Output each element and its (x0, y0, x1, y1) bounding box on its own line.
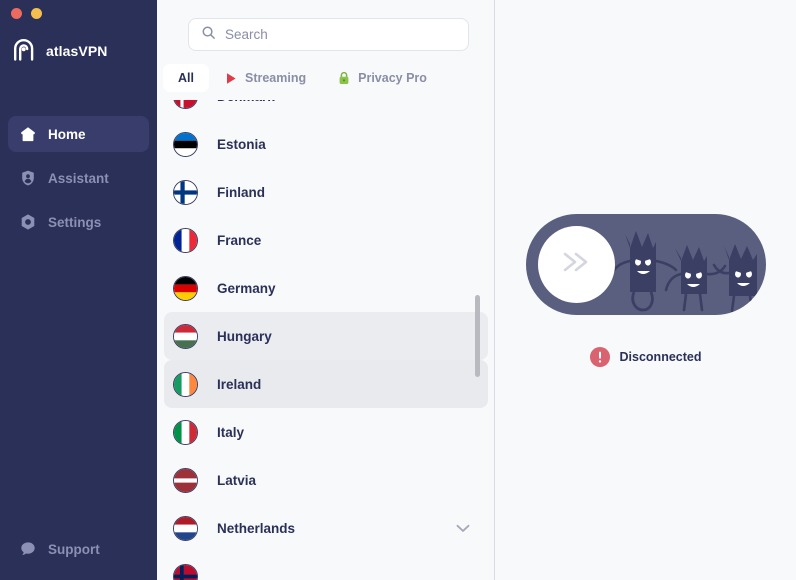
connection-panel: Disconnected (495, 0, 796, 580)
tab-privacy-pro[interactable]: Privacy Pro (323, 64, 442, 92)
flag-icon-fi (173, 179, 198, 205)
flag-icon-next (173, 563, 198, 580)
country-list-panel: All Streaming Privacy Pro (157, 0, 495, 580)
list-item[interactable]: Germany (164, 264, 488, 312)
sidebar: atlasVPN Home Assistant Settings Support (0, 0, 157, 580)
list-item[interactable]: Denmark (164, 100, 488, 120)
list-item[interactable]: Latvia (164, 456, 488, 504)
assistant-shield-icon (19, 169, 37, 187)
tab-label: Streaming (244, 71, 307, 85)
flag-icon-ie (173, 371, 198, 397)
brand-name: atlasVPN (46, 42, 108, 59)
list-scrollbar[interactable] (475, 110, 480, 568)
flag-icon-lv (173, 467, 198, 493)
tab-label: All (178, 71, 194, 85)
tab-label: Privacy Pro (358, 71, 427, 85)
sidebar-item-settings[interactable]: Settings (8, 204, 149, 240)
tab-all[interactable]: All (163, 64, 209, 92)
country-name: Hungary (217, 328, 272, 344)
status-badge: Disconnected (619, 349, 702, 364)
search-box[interactable] (188, 18, 469, 51)
brand: atlasVPN (12, 38, 108, 63)
country-name: Latvia (217, 472, 257, 488)
flag-icon-ee (173, 131, 198, 157)
flag-icon-hu (173, 323, 198, 349)
atlas-vpn-window: atlasVPN Home Assistant Settings Support… (0, 0, 796, 580)
search-icon (201, 25, 216, 45)
chat-bubble-icon (19, 540, 37, 558)
alert-circle-icon (589, 346, 610, 367)
monster-illustration (611, 214, 766, 315)
connection-toggle-knob[interactable] (537, 225, 615, 303)
list-scrollbar-thumb[interactable] (475, 295, 480, 377)
flag-icon-nl (173, 515, 198, 541)
country-name: Italy (217, 424, 245, 440)
list-item[interactable]: Hungary (164, 312, 488, 360)
country-name: Germany (217, 280, 276, 296)
country-name: Denmark (217, 100, 275, 104)
home-icon (19, 125, 37, 143)
country-name: France (217, 232, 262, 248)
window-traffic-lights (11, 8, 42, 19)
country-name: Netherlands (217, 520, 296, 536)
list-item[interactable]: Italy (164, 408, 488, 456)
list-item[interactable]: Finland (164, 168, 488, 216)
sidebar-item-assistant[interactable]: Assistant (8, 160, 149, 196)
search-area (157, 0, 494, 51)
list-item[interactable]: France (164, 216, 488, 264)
country-list-scroll-area[interactable]: Denmark Estonia Finland (157, 100, 494, 580)
flag-icon-fr (173, 227, 198, 253)
play-triangle-icon (226, 72, 237, 85)
country-name: Finland (217, 184, 265, 200)
sidebar-item-label: Settings (48, 214, 102, 230)
sidebar-item-home[interactable]: Home (8, 116, 149, 152)
list-item[interactable]: Ireland (164, 360, 488, 408)
country-name: Ireland (217, 376, 262, 392)
search-input[interactable] (225, 27, 456, 42)
list-item[interactable]: Estonia (164, 120, 488, 168)
sidebar-item-support[interactable]: Support (8, 533, 149, 565)
connection-toggle[interactable] (525, 213, 766, 315)
list-item[interactable]: Netherlands (164, 504, 488, 552)
minimize-button[interactable] (31, 8, 42, 19)
support-label: Support (48, 541, 100, 557)
lock-icon (338, 71, 350, 85)
atlas-logo-icon (12, 38, 37, 63)
double-chevron-right-icon (559, 250, 593, 279)
sidebar-nav: Home Assistant Settings (8, 116, 149, 248)
gear-icon (19, 213, 37, 231)
country-name: Estonia (217, 136, 266, 152)
tab-streaming[interactable]: Streaming (211, 64, 321, 92)
list-item[interactable] (164, 552, 488, 580)
filter-tabs: All Streaming Privacy Pro (157, 51, 494, 92)
connection-status: Disconnected (589, 346, 702, 367)
sidebar-item-label: Assistant (48, 170, 109, 186)
flag-icon-dk (173, 100, 198, 109)
country-list: Denmark Estonia Finland (157, 100, 494, 580)
sidebar-item-label: Home (48, 126, 86, 142)
chevron-down-icon[interactable] (456, 524, 470, 533)
flag-icon-it (173, 419, 198, 445)
flag-icon-de (173, 275, 198, 301)
close-button[interactable] (11, 8, 22, 19)
